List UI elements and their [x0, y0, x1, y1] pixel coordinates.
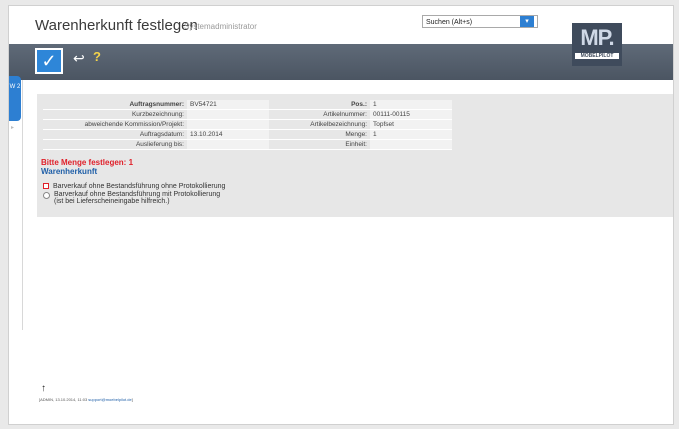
- quantity-error-message: Bitte Menge festlegen: 1: [41, 158, 134, 167]
- info-value: [187, 109, 269, 120]
- info-value: [370, 139, 452, 150]
- info-value: BV54721: [187, 100, 269, 110]
- moebelpilot-logo: MP. MÖBELPILOT: [572, 23, 622, 66]
- confirm-check-icon[interactable]: ✓: [35, 48, 63, 74]
- info-label: Pos.:: [269, 100, 370, 110]
- info-value: 1: [370, 129, 452, 140]
- info-label: Artikelnummer:: [269, 109, 370, 120]
- content-panel: Auftragsnummer: BV54721 Pos.: 1 Kurzbezeichn…: [37, 94, 673, 217]
- logo-mark: MP.: [580, 25, 614, 50]
- scroll-top-icon[interactable]: ↑: [41, 383, 46, 394]
- page-title: Warenherkunft festlegen: [35, 17, 198, 34]
- back-arrow-icon[interactable]: ↩: [73, 50, 85, 67]
- search-dropdown-icon[interactable]: ▾: [520, 16, 534, 27]
- side-tab-w2[interactable]: W 2: [9, 76, 21, 121]
- info-row: Auftragsdatum: 13.10.2014 Menge: 1: [43, 129, 452, 140]
- main-window: Warenherkunft festlegen Systemadministra…: [8, 5, 674, 425]
- info-label: Auftragsdatum:: [43, 129, 187, 140]
- help-icon[interactable]: ?: [93, 49, 101, 64]
- info-row: Kurzbezeichnung: Artikelnummer: 00111-0011…: [43, 109, 452, 120]
- app-frame: Warenherkunft festlegen Systemadministra…: [0, 0, 679, 429]
- logo-name: MÖBELPILOT: [575, 53, 619, 59]
- info-label: Einheit:: [269, 139, 370, 150]
- info-label: abweichende Kommission/Projekt:: [43, 119, 187, 130]
- info-value: 1: [370, 100, 452, 110]
- info-row: Auslieferung bis: Einheit:: [43, 139, 452, 150]
- support-email-link[interactable]: support@moebelpilot.de: [88, 397, 131, 402]
- user-role: Systemadministrator: [184, 22, 257, 31]
- option-label: Barverkauf ohne Bestandsführung mit Prot…: [54, 191, 221, 198]
- footer-suffix: ]: [131, 397, 133, 402]
- info-value: 13.10.2014: [187, 129, 269, 140]
- info-value: Topfset: [370, 119, 452, 130]
- section-title-warenherkunft: Warenherkunft: [41, 167, 98, 176]
- info-label: Auslieferung bis:: [43, 139, 187, 150]
- option-checkbox[interactable]: [43, 183, 49, 190]
- footer-status: [ADMIN, 13.10.2014, 11:03 support@moebel…: [39, 397, 133, 402]
- info-label: Artikelbezeichnung:: [269, 119, 370, 130]
- info-label: Auftragsnummer:: [43, 100, 187, 110]
- option-ohne-protokollierung[interactable]: Barverkauf ohne Bestandsführung ohne Pro…: [43, 183, 225, 190]
- side-divider: [22, 80, 23, 330]
- info-row: abweichende Kommission/Projekt: Artikelbe…: [43, 119, 452, 130]
- option-mit-protokollierung[interactable]: Barverkauf ohne Bestandsführung mit Prot…: [43, 191, 220, 205]
- side-expand-icon[interactable]: ▸: [11, 124, 14, 131]
- option-label: Barverkauf ohne Bestandsführung ohne Pro…: [53, 183, 226, 190]
- info-label: Kurzbezeichnung:: [43, 109, 187, 120]
- footer-text: [ADMIN, 13.10.2014, 11:03: [39, 397, 89, 402]
- option-radio[interactable]: [43, 192, 50, 199]
- info-label: Menge:: [269, 129, 370, 140]
- info-value: [187, 119, 269, 130]
- info-row: Auftragsnummer: BV54721 Pos.: 1: [43, 100, 452, 110]
- order-info-table: Auftragsnummer: BV54721 Pos.: 1 Kurzbezeichn…: [43, 100, 452, 150]
- info-value: [187, 139, 269, 150]
- option-hint: (ist bei Lieferscheineingabe hilfreich.): [54, 198, 170, 205]
- info-value: 00111-00115: [370, 109, 452, 120]
